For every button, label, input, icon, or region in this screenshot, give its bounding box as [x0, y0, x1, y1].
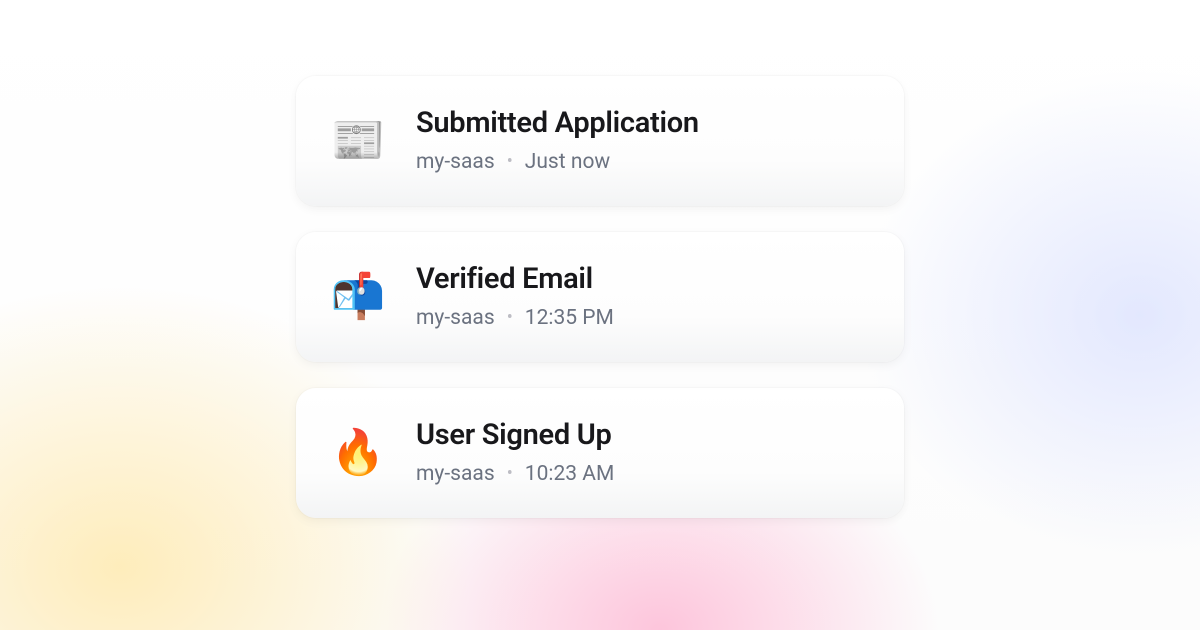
notification-list: 📰 Submitted Application my-saas • Just n…	[296, 76, 904, 518]
notification-card[interactable]: 🔥 User Signed Up my-saas • 10:23 AM	[296, 388, 904, 518]
notification-time: 10:23 AM	[525, 462, 615, 486]
newspaper-icon: 📰	[330, 118, 386, 162]
mailbox-icon: 📬	[330, 274, 386, 318]
notification-content: User Signed Up my-saas • 10:23 AM	[416, 418, 870, 486]
notification-time: 12:35 PM	[525, 306, 614, 330]
notification-time: Just now	[525, 150, 610, 174]
notification-source: my-saas	[416, 306, 495, 330]
notification-meta: my-saas • 12:35 PM	[416, 306, 870, 330]
notification-card[interactable]: 📰 Submitted Application my-saas • Just n…	[296, 76, 904, 206]
notification-content: Submitted Application my-saas • Just now	[416, 106, 870, 174]
notification-meta: my-saas • 10:23 AM	[416, 462, 870, 486]
notification-title: Submitted Application	[416, 106, 870, 140]
fire-icon: 🔥	[330, 430, 386, 474]
separator-dot: •	[507, 309, 513, 327]
notification-source: my-saas	[416, 462, 495, 486]
notification-card[interactable]: 📬 Verified Email my-saas • 12:35 PM	[296, 232, 904, 362]
notification-content: Verified Email my-saas • 12:35 PM	[416, 262, 870, 330]
notification-title: User Signed Up	[416, 418, 870, 452]
separator-dot: •	[507, 153, 513, 171]
notification-title: Verified Email	[416, 262, 870, 296]
separator-dot: •	[507, 465, 513, 483]
notification-source: my-saas	[416, 150, 495, 174]
notification-meta: my-saas • Just now	[416, 150, 870, 174]
